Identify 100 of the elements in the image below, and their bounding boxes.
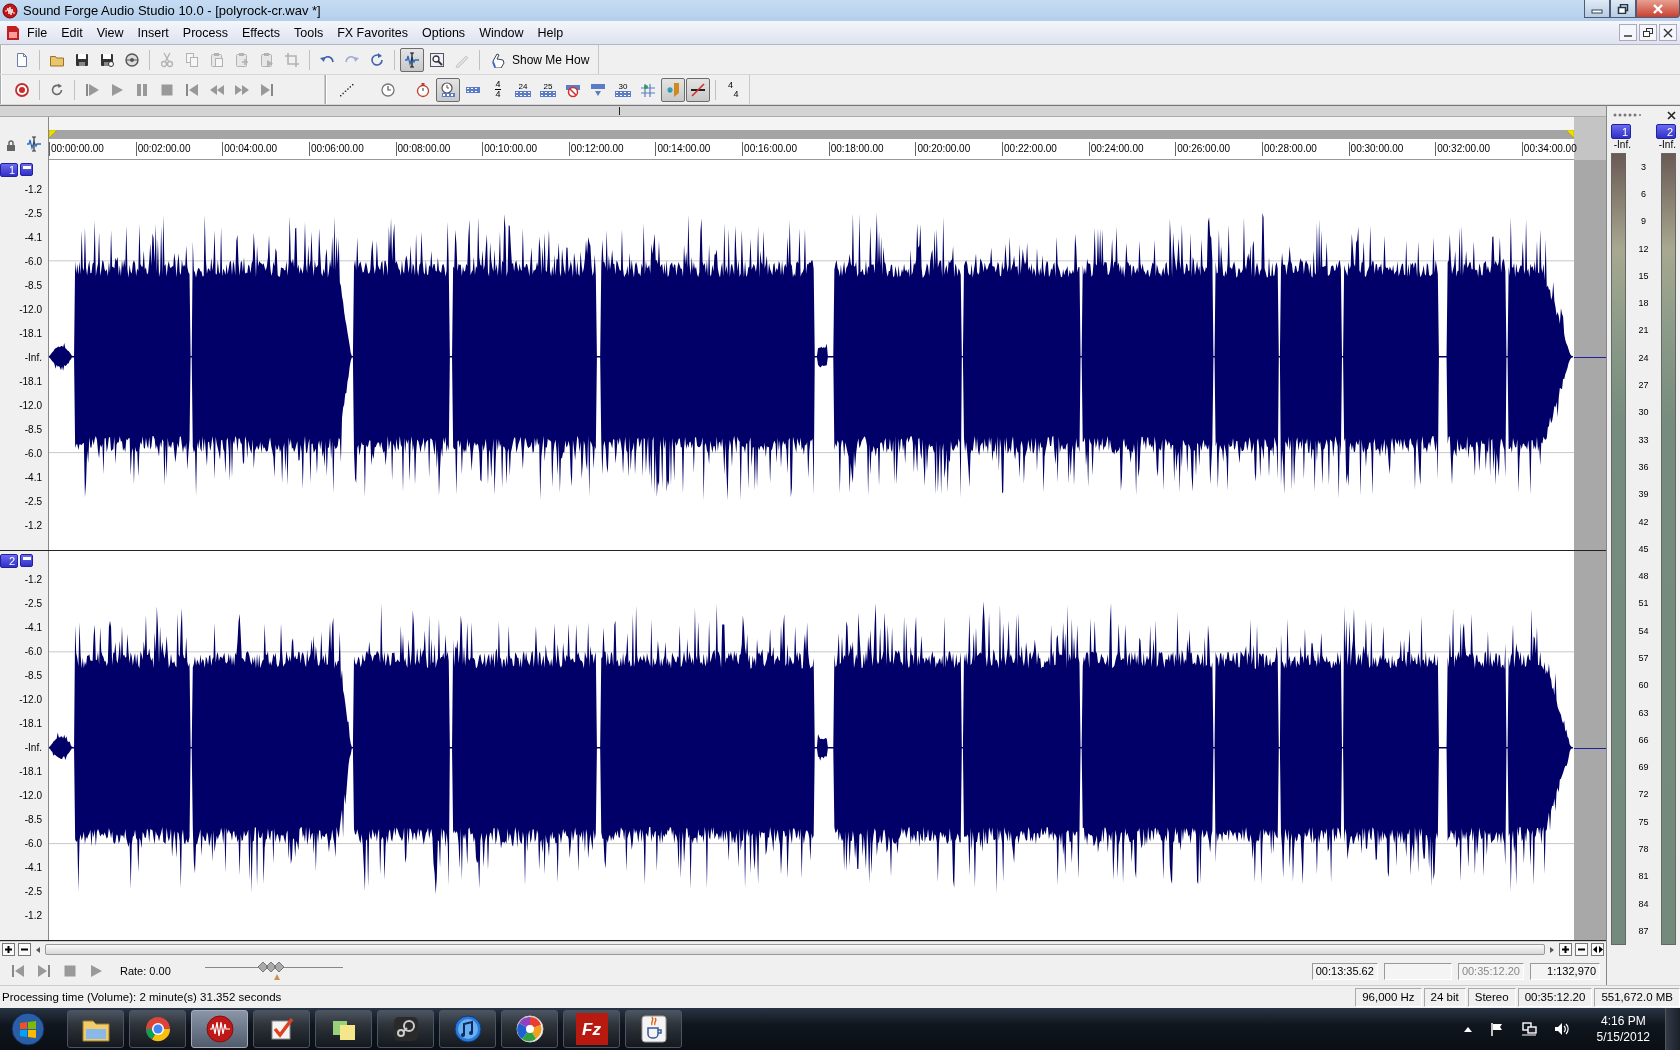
plus-icon [4,945,13,954]
frame-rate-button[interactable]: 25 [536,77,560,102]
close-button[interactable] [1636,0,1680,18]
scroll-right-icon[interactable] [1548,945,1556,954]
up-arrow-icon[interactable] [1462,1025,1473,1033]
time-signature-button[interactable]: 4 4 [721,77,745,102]
menu-item[interactable]: Options [415,25,473,40]
time-label: 00:00:00.00 [49,142,104,156]
zoom-in-button[interactable] [2,943,15,956]
channel-button[interactable]: 2 [1656,124,1676,139]
menu-item[interactable]: File [20,25,55,40]
play-icon [88,963,104,979]
taskbar-button[interactable] [67,1010,124,1048]
zoom-fit-button[interactable] [1591,943,1604,956]
film-arrow-icon [590,81,606,98]
grip-icon[interactable] [1613,112,1641,118]
taskbar-button[interactable] [315,1010,372,1048]
collapse-button[interactable] [20,553,33,567]
zoom-out-button[interactable] [18,943,31,956]
clock-time[interactable]: 4:16 PM [1600,1013,1646,1029]
scale-label: -12.0 [18,303,43,315]
crossed-line-icon [690,81,706,98]
time-label: 00:28:00.00 [1261,142,1317,156]
slider-thumb[interactable] [258,961,284,981]
restore-button[interactable] [1610,0,1636,18]
scale-label: -4.1 [23,862,43,874]
start-button[interactable] [8,1009,48,1049]
crop-icon [284,51,300,68]
taskbar-button[interactable] [625,1010,682,1048]
menu-item[interactable]: Effects [235,25,287,40]
restore-button[interactable] [1639,24,1657,41]
menu-item[interactable]: Process [175,25,235,40]
taskbar-button[interactable] [129,1010,186,1048]
channel-button[interactable]: 1 [1611,124,1631,139]
left-right-arrows-icon [1592,945,1603,954]
toolbar-button[interactable] [400,47,424,72]
menu-item[interactable]: FX Favorites [330,25,416,40]
flag-icon[interactable] [1489,1022,1504,1036]
status-field: 551,672.0 MB [1594,987,1680,1007]
scale-label: 57 [1638,653,1649,663]
time-field: 00:13:35.62 [1311,962,1378,980]
scale-label: -4.1 [23,622,43,634]
clipboard-plus-icon [234,51,250,68]
scroll-left-icon[interactable] [34,945,42,954]
menu-item[interactable]: Window [472,25,531,40]
status-field: Stereo [1467,987,1516,1007]
scale-label: -1.2 [23,183,43,195]
marker-icon [665,81,681,98]
taskbar-button[interactable] [253,1010,310,1048]
network-icon[interactable] [1520,1022,1537,1036]
window-title: Sound Forge Audio Studio 10.0 - [polyrock-cr.wav *] [23,3,321,18]
scale-label: -Inf. [23,742,43,754]
channel-button[interactable]: 1 [0,163,18,177]
scale-label: 60 [1638,680,1649,691]
scale-label: -Inf. [23,351,43,363]
scale-label: 66 [1638,734,1649,745]
show-me-how-button[interactable]: Show Me How [485,47,595,72]
menu-item[interactable]: Insert [130,25,176,40]
menu-item[interactable]: View [89,25,131,40]
zoom-in-button[interactable] [1559,943,1572,956]
frame-rate-button[interactable]: 24 [511,77,535,102]
scale-label: 39 [1638,489,1649,500]
lock-icon[interactable] [6,140,16,152]
menu-item[interactable]: Tools [287,25,331,40]
frame-rate-button[interactable]: 30 [611,77,635,102]
start-marker-icon[interactable] [49,130,57,138]
toolbar-button[interactable] [686,77,710,102]
taskbar-button[interactable]: Fz [563,1010,620,1048]
speaker-icon[interactable] [1553,1022,1570,1036]
scale-label: 69 [1638,762,1649,773]
minimize-button[interactable] [1619,24,1637,41]
scale-label: -8.5 [23,814,43,826]
close-icon [1651,3,1665,14]
clock-date[interactable]: 5/15/2012 [1596,1029,1650,1045]
channel-button[interactable]: 2 [0,553,18,568]
taskbar-button[interactable] [439,1010,496,1048]
end-marker-icon[interactable] [1566,130,1574,138]
waveform-drawing[interactable] [49,550,1574,940]
zoom-out-button[interactable] [1575,943,1588,956]
taskbar-button[interactable] [377,1010,434,1048]
collapse-button[interactable] [20,163,33,176]
scale-label: 54 [1638,625,1649,636]
clock-icon [380,81,396,98]
taskbar-button[interactable] [191,1010,248,1048]
start-orb-icon [11,1012,45,1046]
film-strip-icon [515,91,531,97]
taskbar-button[interactable] [501,1010,558,1048]
minimize-button[interactable] [1584,0,1610,18]
scrollbar-thumb[interactable] [45,944,1545,955]
menu-item[interactable]: Help [530,25,571,40]
scale-label: 36 [1638,461,1649,472]
close-icon[interactable] [1667,110,1676,120]
time-signature-button[interactable]: 4 4 [486,77,510,102]
menu-item[interactable]: Edit [54,25,90,40]
music-note-icon [451,1013,484,1045]
waveform-drawing[interactable] [49,160,1574,550]
close-button[interactable] [1659,24,1677,41]
waveform-cursor-icon[interactable] [26,136,42,152]
scale-label: 72 [1638,789,1649,800]
scale-label: 78 [1638,844,1649,855]
